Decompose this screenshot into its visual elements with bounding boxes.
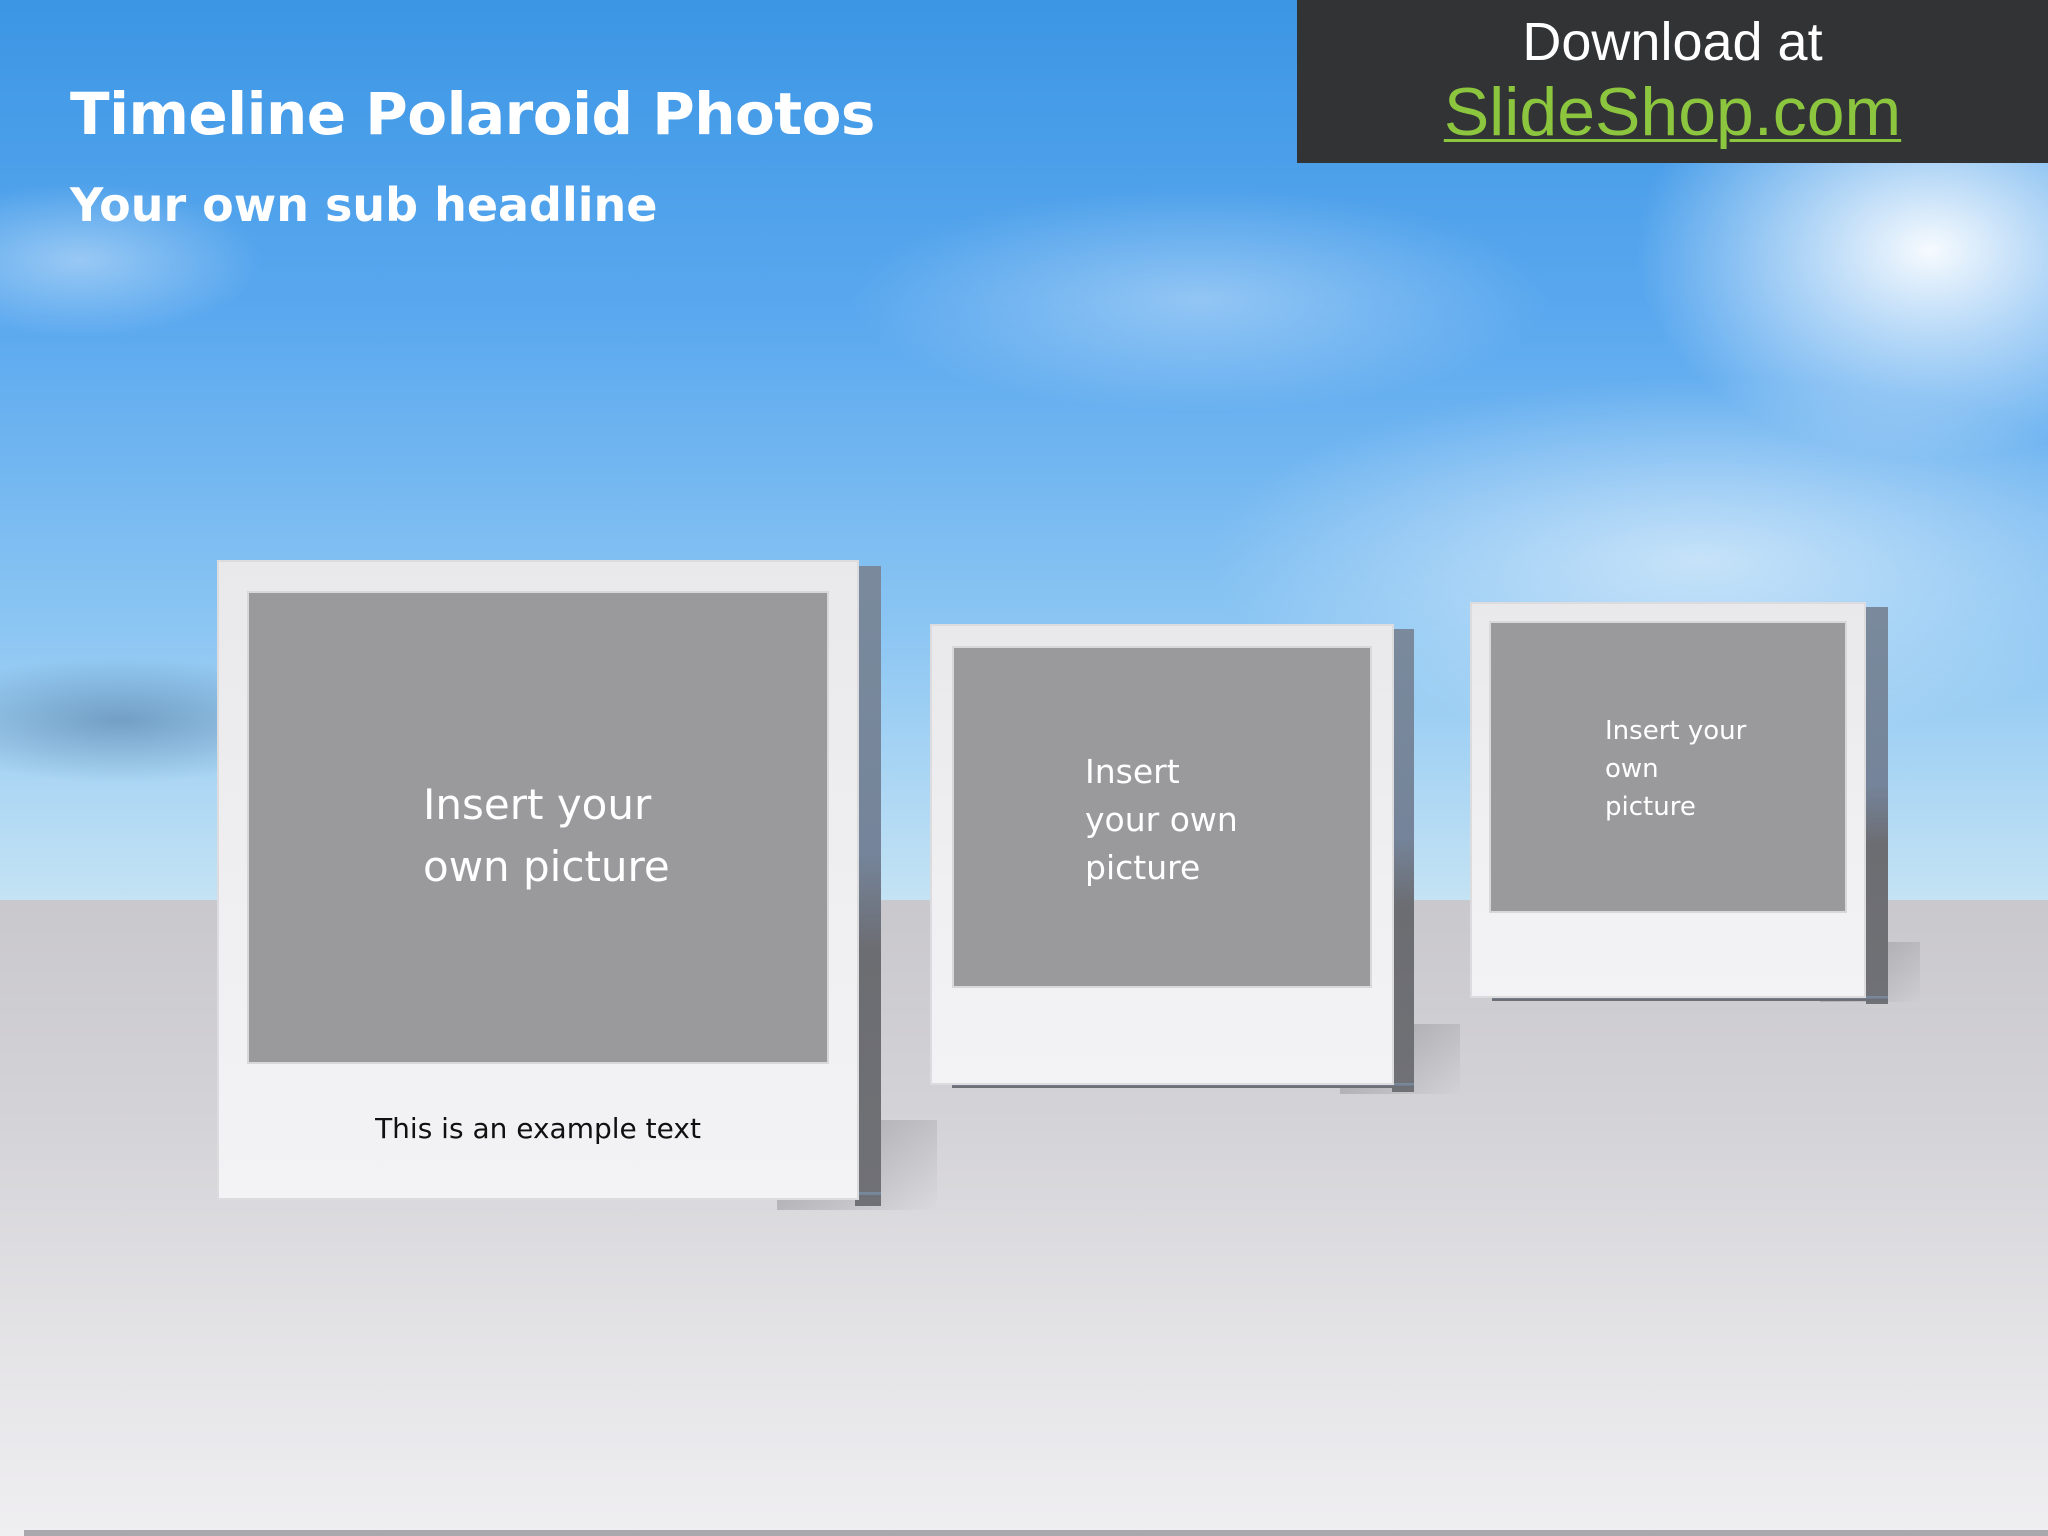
- polaroid-1[interactable]: Insert your own picture This is an examp…: [217, 560, 937, 1210]
- polaroid-3-placeholder-text: Insert your own picture: [1605, 716, 1747, 822]
- download-banner: Download at SlideShop.com: [1297, 0, 2048, 163]
- polaroid-2[interactable]: Insert your own picture: [930, 624, 1460, 1094]
- slide-subtitle: Your own sub headline: [70, 178, 658, 232]
- slide-title: Timeline Polaroid Photos: [70, 80, 875, 148]
- polaroid-1-placeholder-text: Insert your own picture: [423, 780, 670, 891]
- polaroid-3-side-shadow: [1866, 607, 1888, 1004]
- download-label: Download at: [1522, 12, 1823, 72]
- polaroid-3[interactable]: Insert your own picture: [1470, 602, 1920, 1004]
- slideshop-link[interactable]: SlideShop.com: [1444, 76, 1901, 148]
- floor-bottom-line: [24, 1530, 2048, 1536]
- polaroid-1-caption: This is an example text: [375, 1112, 701, 1145]
- polaroid-2-side-shadow: [1392, 629, 1414, 1092]
- polaroid-2-placeholder-text: Insert your own picture: [1085, 752, 1238, 887]
